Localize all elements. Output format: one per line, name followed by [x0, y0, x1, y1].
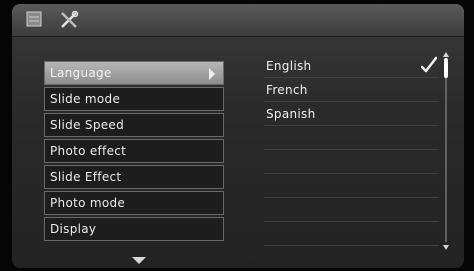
- menu-item-display[interactable]: Display: [44, 217, 224, 241]
- menu-item-label: Photo effect: [50, 144, 127, 158]
- tools-icon[interactable]: [58, 10, 82, 30]
- menu-item-label: Slide mode: [50, 92, 121, 106]
- settings-icon[interactable]: [24, 10, 48, 30]
- menu-item-label: Language: [50, 66, 112, 80]
- option-label: English: [266, 58, 312, 73]
- empty-option-line: [264, 222, 439, 246]
- settings-panel: Language Slide mode Slide Speed Photo ef…: [12, 4, 464, 268]
- menu-item-slide-speed[interactable]: Slide Speed: [44, 113, 224, 137]
- option-label: French: [266, 82, 308, 97]
- menu-item-language[interactable]: Language: [44, 61, 224, 85]
- option-spanish[interactable]: Spanish: [264, 102, 439, 126]
- option-english[interactable]: English: [264, 54, 439, 78]
- settings-menu: Language Slide mode Slide Speed Photo ef…: [44, 61, 224, 243]
- menu-item-label: Slide Effect: [50, 170, 122, 184]
- menu-item-label: Photo mode: [50, 196, 126, 210]
- menu-item-label: Slide Speed: [50, 118, 125, 132]
- menu-item-slide-mode[interactable]: Slide mode: [44, 87, 224, 111]
- scrollbar[interactable]: [442, 52, 450, 250]
- chevron-right-icon: [209, 68, 215, 80]
- menu-item-slide-effect[interactable]: Slide Effect: [44, 165, 224, 189]
- empty-option-line: [264, 174, 439, 198]
- toolbar: [12, 4, 464, 37]
- menu-item-photo-effect[interactable]: Photo effect: [44, 139, 224, 163]
- menu-item-label: Display: [50, 222, 97, 236]
- empty-option-line: [264, 126, 439, 150]
- language-options: English French Spanish: [264, 54, 439, 246]
- screen: Language Slide mode Slide Speed Photo ef…: [0, 0, 474, 271]
- scroll-down-arrow-icon[interactable]: [132, 257, 146, 264]
- empty-option-line: [264, 150, 439, 174]
- checkmark-icon: [420, 55, 438, 75]
- empty-option-line: [264, 198, 439, 222]
- option-french[interactable]: French: [264, 78, 439, 102]
- menu-item-photo-mode[interactable]: Photo mode: [44, 191, 224, 215]
- option-label: Spanish: [266, 106, 316, 121]
